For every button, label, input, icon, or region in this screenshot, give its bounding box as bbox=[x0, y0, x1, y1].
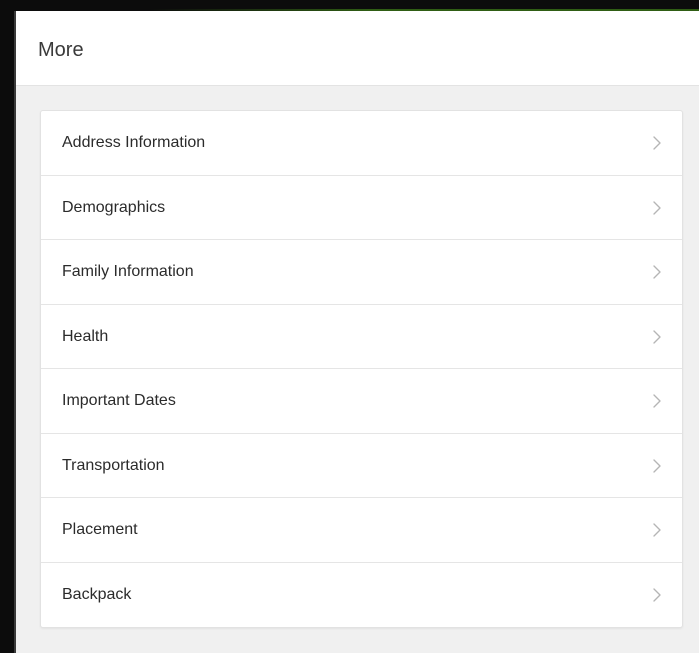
menu-item-label: Health bbox=[62, 327, 109, 345]
menu-item-transportation[interactable]: Transportation bbox=[41, 434, 682, 498]
menu-item-label: Demographics bbox=[62, 198, 166, 216]
menu-item-label: Backpack bbox=[62, 585, 132, 603]
main-content: Address Information Demographics Family … bbox=[16, 86, 699, 653]
chevron-right-icon bbox=[653, 587, 661, 602]
chevron-right-icon bbox=[653, 394, 661, 408]
menu-item-family-information[interactable]: Family Information bbox=[41, 240, 682, 305]
menu-item-label: Transportation bbox=[62, 456, 165, 474]
menu-item-label: Family Information bbox=[62, 263, 194, 280]
chevron-right-icon bbox=[653, 200, 661, 215]
menu-item-demographics[interactable]: Demographics bbox=[41, 176, 682, 240]
menu-item-label: Placement bbox=[62, 521, 138, 538]
menu-item-backpack[interactable]: Backpack bbox=[41, 563, 682, 628]
menu-item-address-information[interactable]: Address Information bbox=[41, 111, 682, 176]
chevron-right-icon bbox=[653, 458, 661, 473]
menu-item-health[interactable]: Health bbox=[41, 305, 682, 369]
menu-item-label: Important Dates bbox=[62, 392, 176, 409]
chevron-right-icon bbox=[653, 329, 661, 344]
page-header: More bbox=[16, 11, 699, 86]
chevron-right-icon bbox=[653, 265, 661, 279]
menu-item-placement[interactable]: Placement bbox=[41, 498, 682, 563]
menu-item-label: Address Information bbox=[62, 134, 206, 151]
menu-item-important-dates[interactable]: Important Dates bbox=[41, 369, 682, 434]
more-menu-list: Address Information Demographics Family … bbox=[40, 110, 683, 628]
chevron-right-icon bbox=[653, 523, 661, 537]
page-title: More bbox=[38, 39, 84, 61]
chevron-right-icon bbox=[653, 136, 661, 150]
